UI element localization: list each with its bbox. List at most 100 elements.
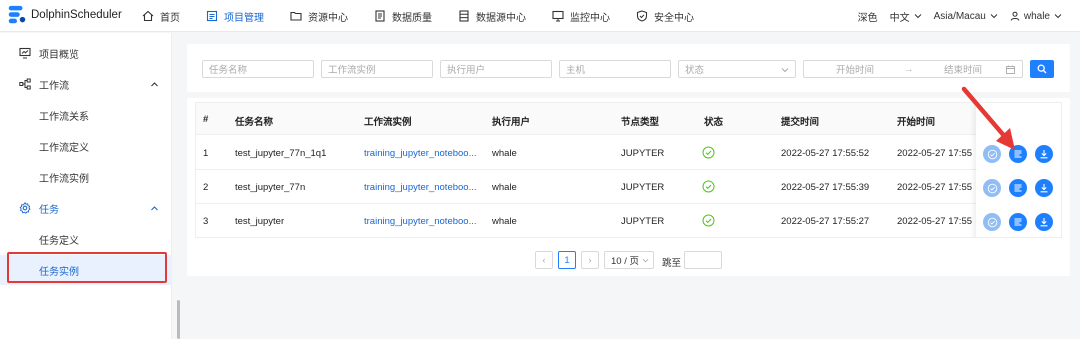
table-row: 1 test_jupyter_77n_1q1 training_jupyter_… xyxy=(196,136,1061,170)
download-log-button[interactable] xyxy=(1035,179,1053,197)
cell-node-type: JUPYTER xyxy=(621,182,665,193)
prev-page-button[interactable]: ‹ xyxy=(535,251,553,269)
success-icon xyxy=(702,180,715,193)
user-icon xyxy=(1010,11,1020,21)
table-row: 2 test_jupyter_77n training_jupyter_note… xyxy=(196,170,1061,204)
nav-resource-center[interactable]: 资源中心 xyxy=(290,0,348,32)
task-instance-table: # 任务名称 工作流实例 执行用户 节点类型 状态 提交时间 开始时间 1 te… xyxy=(195,102,1062,238)
sidebar-item-task-definition[interactable]: 任务定义 xyxy=(0,224,172,254)
col-executor: 执行用户 xyxy=(492,117,531,128)
app-name: DolphinScheduler xyxy=(31,9,122,21)
placeholder: 工作流实例 xyxy=(328,65,376,76)
state-select[interactable]: 状态 xyxy=(678,60,796,78)
nav-project-management[interactable]: 项目管理 xyxy=(206,0,264,32)
sidebar-item-label: 任务定义 xyxy=(39,235,79,247)
monitor-icon xyxy=(552,10,564,22)
cell-submit-time: 2022-05-27 17:55:52 xyxy=(781,148,870,159)
main-nav: 首页 项目管理 资源中心 数据质量 数据源中心 监控中心 安全中心 xyxy=(142,0,720,32)
search-button[interactable] xyxy=(1030,60,1054,78)
sidebar-item-workflow-relation[interactable]: 工作流关系 xyxy=(0,100,172,130)
nav-monitor-center[interactable]: 监控中心 xyxy=(552,0,610,32)
col-start-time: 开始时间 xyxy=(897,117,936,128)
table-row: 3 test_jupyter training_jupyter_noteboo.… xyxy=(196,204,1061,237)
page-size-select[interactable]: 10 / 页 xyxy=(604,251,654,269)
host-input[interactable]: 主机 xyxy=(559,60,671,78)
nav-label: 监控中心 xyxy=(570,12,610,24)
theme-toggle[interactable]: 深色 xyxy=(858,9,878,24)
placeholder: 状态 xyxy=(685,65,705,76)
timezone-select[interactable]: Asia/Macau xyxy=(934,11,998,22)
col-state: 状态 xyxy=(704,117,724,128)
user-menu[interactable]: whale xyxy=(1010,11,1062,22)
nav-label: 首页 xyxy=(160,12,180,24)
download-log-button[interactable] xyxy=(1035,145,1053,163)
nav-datasource-center[interactable]: 数据源中心 xyxy=(458,0,526,32)
cell-index: 1 xyxy=(203,148,209,159)
home-icon xyxy=(142,10,154,22)
jump-page-input[interactable] xyxy=(684,251,722,269)
placeholder: 任务名称 xyxy=(209,65,248,76)
success-icon xyxy=(702,214,715,227)
force-success-button[interactable] xyxy=(983,179,1001,197)
jump-label: 跳至 xyxy=(662,258,682,269)
placeholder: 执行用户 xyxy=(447,65,486,76)
shield-icon xyxy=(636,10,648,22)
language-select[interactable]: 中文 xyxy=(890,9,922,24)
header-tools: 深色 中文 Asia/Macau whale xyxy=(846,0,1062,32)
check-circle-icon xyxy=(987,183,997,193)
sidebar: 项目概览 工作流 工作流关系 工作流定义 工作流实例 任务 任务定义 任务实例 xyxy=(0,33,172,339)
force-success-button[interactable] xyxy=(983,213,1001,231)
cell-task-name: test_jupyter xyxy=(235,216,285,227)
nav-label: 资源中心 xyxy=(308,12,348,24)
sidebar-item-label: 任务 xyxy=(39,204,59,216)
chevron-down-icon xyxy=(642,258,649,263)
date-range-picker[interactable]: 开始时间 → 结束时间 xyxy=(803,60,1023,78)
nav-label: 项目管理 xyxy=(224,12,264,24)
download-log-button[interactable] xyxy=(1035,213,1053,231)
filter-bar: 任务名称 工作流实例 执行用户 主机 状态 开始时间 → 结束时间 xyxy=(187,44,1070,92)
executor-input[interactable]: 执行用户 xyxy=(440,60,552,78)
download-icon xyxy=(1040,150,1048,159)
sidebar-item-task[interactable]: 任务 xyxy=(0,193,172,223)
cell-start-time: 2022-05-27 17:55 xyxy=(897,182,973,193)
chevron-down-icon xyxy=(781,68,789,73)
user-name: whale xyxy=(1023,10,1050,22)
timezone-label: Asia/Macau xyxy=(933,10,986,22)
cell-executor: whale xyxy=(492,148,517,159)
chevron-up-icon xyxy=(151,206,158,211)
range-arrow: → xyxy=(904,63,914,75)
logo[interactable]: DolphinScheduler xyxy=(6,4,122,26)
page-size-label: 10 / 页 xyxy=(611,256,639,267)
chevron-up-icon xyxy=(151,82,158,87)
nav-data-quality[interactable]: 数据质量 xyxy=(374,0,432,32)
folder-icon xyxy=(290,11,302,21)
page-button-current[interactable]: 1 xyxy=(558,251,576,269)
cell-workflow-instance-link[interactable]: training_jupyter_noteboo... xyxy=(364,182,477,193)
scrollbar[interactable] xyxy=(177,300,180,339)
sidebar-item-workflow[interactable]: 工作流 xyxy=(0,69,172,99)
cell-workflow-instance-link[interactable]: training_jupyter_noteboo... xyxy=(364,148,477,159)
workflow-instance-input[interactable]: 工作流实例 xyxy=(321,60,433,78)
log-icon xyxy=(1014,184,1022,192)
nav-home[interactable]: 首页 xyxy=(142,0,180,32)
sidebar-item-workflow-instance[interactable]: 工作流实例 xyxy=(0,162,172,192)
start-time-placeholder: 开始时间 xyxy=(836,65,875,76)
sidebar-item-workflow-definition[interactable]: 工作流定义 xyxy=(0,131,172,161)
log-icon xyxy=(1014,218,1022,226)
sidebar-item-label: 工作流关系 xyxy=(39,111,89,123)
view-log-button[interactable] xyxy=(1009,213,1027,231)
sidebar-item-label: 工作流定义 xyxy=(39,142,89,154)
next-page-button[interactable]: › xyxy=(581,251,599,269)
cell-index: 2 xyxy=(203,182,209,193)
task-name-input[interactable]: 任务名称 xyxy=(202,60,314,78)
nav-security-center[interactable]: 安全中心 xyxy=(636,0,694,32)
highlight-box xyxy=(7,252,167,283)
sidebar-item-project-overview[interactable]: 项目概览 xyxy=(0,38,172,68)
top-bar: DolphinScheduler 首页 项目管理 资源中心 数据质量 数据源中心… xyxy=(0,0,1080,32)
nav-label: 数据源中心 xyxy=(476,12,526,24)
view-log-button[interactable] xyxy=(1009,179,1027,197)
cell-workflow-instance-link[interactable]: training_jupyter_noteboo... xyxy=(364,216,477,227)
cell-task-name: test_jupyter_77n xyxy=(235,182,306,193)
search-icon xyxy=(1037,64,1047,74)
nav-label: 安全中心 xyxy=(654,12,694,24)
